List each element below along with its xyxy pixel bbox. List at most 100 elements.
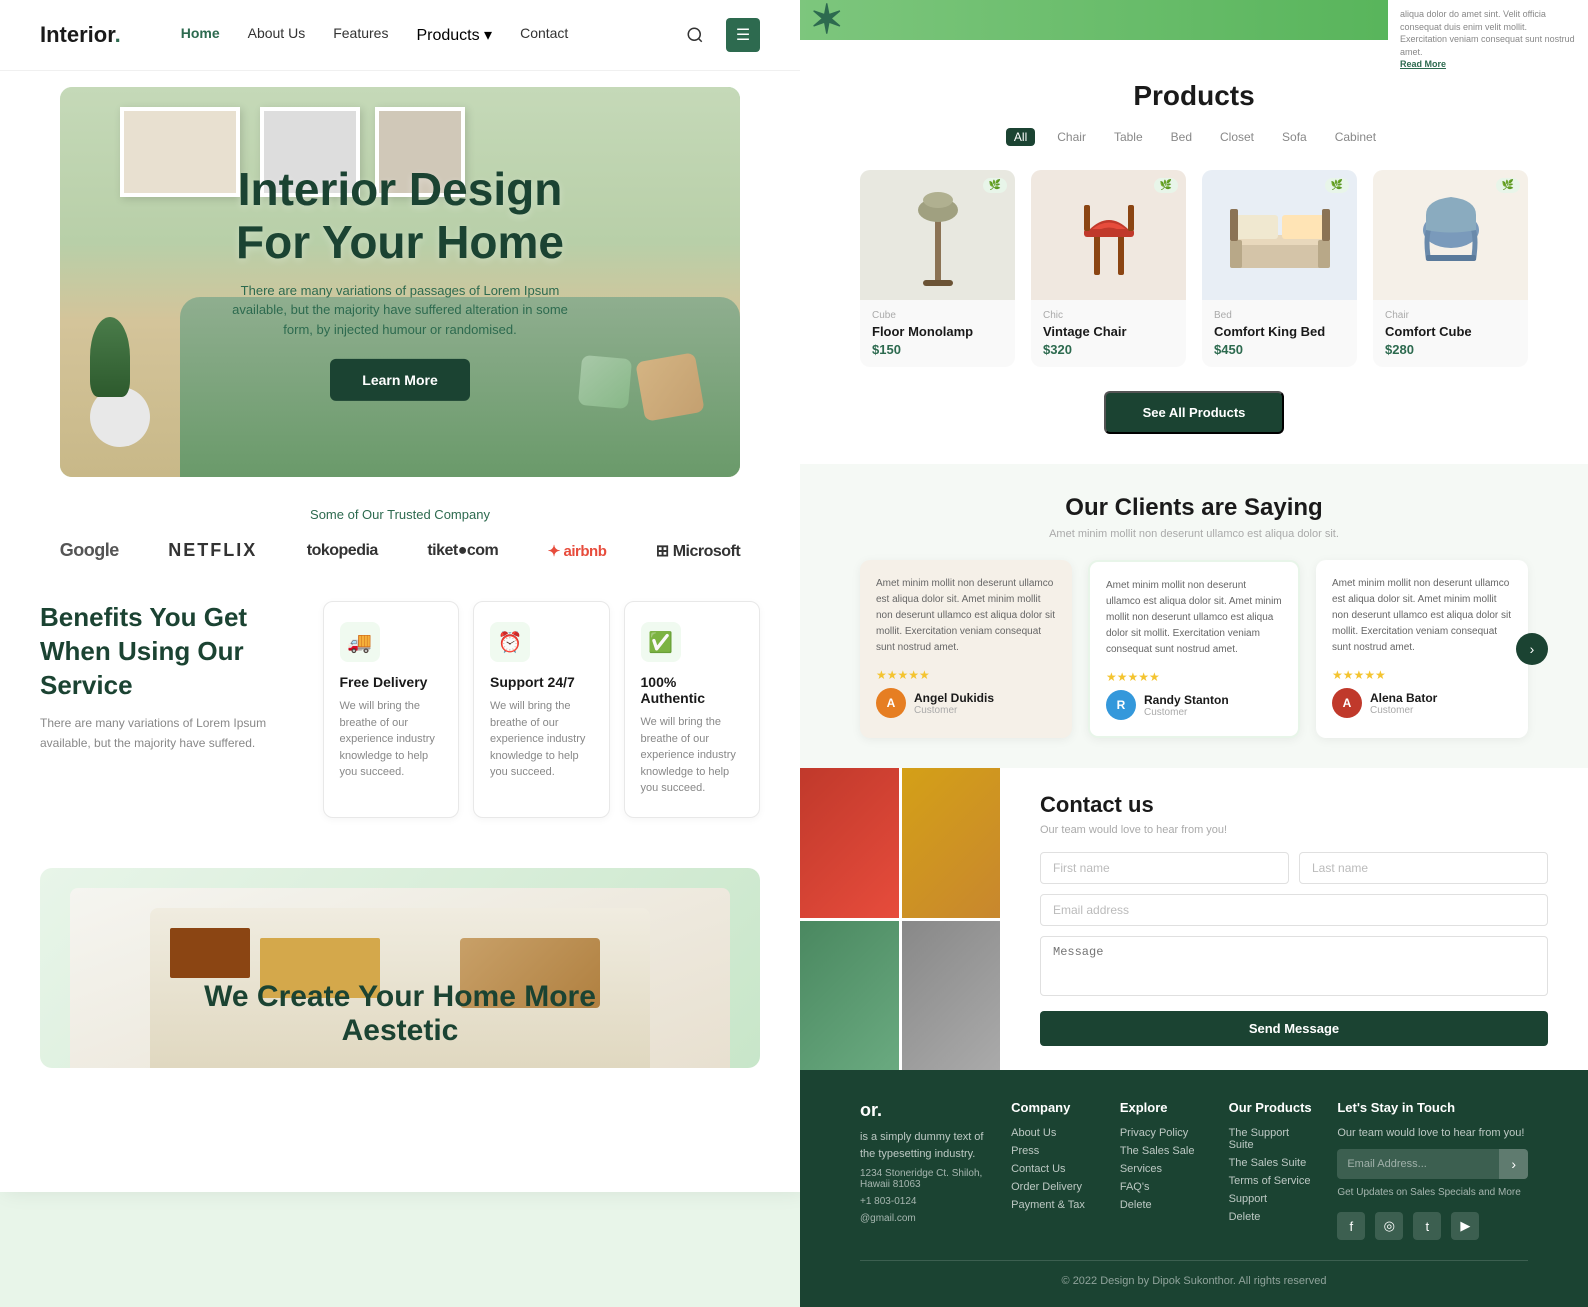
footer-sales-suite-link[interactable]: The Sales Suite	[1229, 1157, 1314, 1169]
footer-support-suite-link[interactable]: The Support Suite	[1229, 1127, 1314, 1151]
footer-sales-link[interactable]: The Sales Sale	[1120, 1145, 1205, 1157]
testimonial-author-1: A Angel Dukidis Customer	[876, 688, 1056, 718]
nav-icons: ☰	[678, 18, 760, 52]
gallery-img-sofa	[800, 768, 899, 918]
product-info-2: Chic Vintage Chair $320	[1031, 300, 1186, 367]
nav-products-dropdown[interactable]: Products ▾	[416, 25, 492, 45]
testimonial-author-3: A Alena Bator Customer	[1332, 688, 1512, 718]
footer-about-link[interactable]: About Us	[1011, 1127, 1096, 1139]
products-title: Products	[860, 80, 1528, 112]
product-card-2[interactable]: 🌿 Chic Vintage Chair	[1031, 170, 1186, 367]
filter-table[interactable]: Table	[1108, 128, 1149, 146]
footer-newsletter-input[interactable]	[1337, 1149, 1499, 1179]
benefits-title: Benefits You Get When Using Our Service	[40, 601, 303, 702]
testimonials-title: Our Clients are Saying	[860, 494, 1528, 522]
product-price-4: $280	[1385, 342, 1516, 357]
filter-bed[interactable]: Bed	[1165, 128, 1198, 146]
footer-brand-desc: is a simply dummy text of the typesettin…	[860, 1129, 987, 1162]
footer-explore-col: Explore Privacy Policy The Sales Sale Se…	[1120, 1100, 1205, 1240]
product-badge-1: 🌿	[983, 178, 1007, 193]
testimonial-next-button[interactable]: ›	[1516, 633, 1548, 665]
product-card-4[interactable]: 🌿 Chair Comfort Cube $280	[1373, 170, 1528, 367]
products-section: Products All Chair Table Bed Closet Sofa…	[800, 40, 1588, 464]
filter-cabinet[interactable]: Cabinet	[1329, 128, 1382, 146]
facebook-icon[interactable]: f	[1337, 1212, 1365, 1240]
instagram-icon[interactable]: ◎	[1375, 1212, 1403, 1240]
search-icon[interactable]	[678, 18, 712, 52]
footer-contact-link[interactable]: Contact Us	[1011, 1163, 1096, 1175]
footer-delete2-link[interactable]: Delete	[1229, 1211, 1314, 1223]
footer-privacy-link[interactable]: Privacy Policy	[1120, 1127, 1205, 1139]
footer-press-link[interactable]: Press	[1011, 1145, 1096, 1157]
hero-cta-button[interactable]: Learn More	[330, 359, 469, 401]
contact-message-input[interactable]	[1040, 936, 1548, 996]
product-category-3: Bed	[1214, 310, 1345, 321]
nav-contact[interactable]: Contact	[520, 25, 568, 45]
author-avatar-1: A	[876, 688, 906, 718]
footer-order-link[interactable]: Order Delivery	[1011, 1181, 1096, 1193]
author-role-1: Customer	[914, 705, 994, 716]
modern-chair-icon	[1411, 185, 1491, 285]
testimonial-card-2: Amet minim mollit non deserunt ullamco e…	[1088, 560, 1300, 738]
product-name-1: Floor Monolamp	[872, 324, 1003, 339]
hero-section: Interior Design For Your Home There are …	[60, 87, 740, 477]
testimonials-section: Our Clients are Saying Amet minim mollit…	[800, 464, 1588, 768]
benefit-authentic-desc: We will bring the breathe of our experie…	[641, 714, 744, 797]
twitter-icon[interactable]: t	[1413, 1212, 1441, 1240]
product-info-4: Chair Comfort Cube $280	[1373, 300, 1528, 367]
footer-company-col: Company About Us Press Contact Us Order …	[1011, 1100, 1096, 1240]
brand-netflix: NETFLIX	[168, 540, 257, 561]
gallery-img-chair	[902, 921, 1001, 1071]
footer-company-title: Company	[1011, 1100, 1096, 1115]
benefit-delivery-desc: We will bring the breathe of our experie…	[340, 698, 443, 781]
read-more-link[interactable]: Read More	[1400, 59, 1446, 69]
trusted-section: Some of Our Trusted Company Google NETFL…	[0, 477, 800, 571]
contact-email-input[interactable]	[1040, 894, 1548, 926]
hero-title: Interior Design For Your Home	[230, 163, 570, 269]
filter-chair[interactable]: Chair	[1051, 128, 1092, 146]
footer-touch-desc: Our team would love to hear from you!	[1337, 1127, 1528, 1139]
brand-airbnb: ✦ airbnb	[548, 542, 607, 560]
youtube-icon[interactable]: ▶	[1451, 1212, 1479, 1240]
benefit-support-desc: We will bring the breathe of our experie…	[490, 698, 593, 781]
brand-google: Google	[60, 540, 119, 561]
benefit-support-title: Support 24/7	[490, 674, 593, 690]
footer-faq-link[interactable]: FAQ's	[1120, 1181, 1205, 1193]
footer-newsletter-submit[interactable]: ›	[1499, 1149, 1528, 1179]
hero-subtitle: There are many variations of passages of…	[230, 281, 570, 340]
footer-payment-link[interactable]: Payment & Tax	[1011, 1199, 1096, 1211]
benefits-section: Benefits You Get When Using Our Service …	[0, 571, 800, 848]
top-strip: ✶ ‹ › aliqua dolor do amet sint. Velit o…	[800, 0, 1588, 40]
gallery-img-lamp	[902, 768, 1001, 918]
author-role-3: Customer	[1370, 705, 1437, 716]
author-role-2: Customer	[1144, 707, 1229, 718]
product-card-3[interactable]: 🌿 Bed Comfort King Bed	[1202, 170, 1357, 367]
filter-sofa[interactable]: Sofa	[1276, 128, 1313, 146]
filter-closet[interactable]: Closet	[1214, 128, 1260, 146]
filter-all[interactable]: All	[1006, 128, 1035, 146]
gallery-grid	[800, 768, 1000, 1070]
contact-last-name-input[interactable]	[1299, 852, 1548, 884]
product-info-3: Bed Comfort King Bed $450	[1202, 300, 1357, 367]
contact-send-button[interactable]: Send Message	[1040, 1011, 1548, 1046]
product-price-2: $320	[1043, 342, 1174, 357]
navbar: Interior. Home About Us Features Product…	[0, 0, 800, 71]
nav-home[interactable]: Home	[181, 25, 220, 45]
nav-features[interactable]: Features	[333, 25, 388, 45]
hamburger-menu-icon[interactable]: ☰	[726, 18, 760, 52]
product-badge-2: 🌿	[1154, 178, 1178, 193]
hero-content: Interior Design For Your Home There are …	[230, 163, 570, 401]
product-badge-3: 🌿	[1325, 178, 1349, 193]
see-all-products-button[interactable]: See All Products	[1104, 391, 1284, 434]
aesthetic-section: We Create Your Home More Aestetic	[0, 848, 800, 1098]
nav-about[interactable]: About Us	[248, 25, 306, 45]
contact-first-name-input[interactable]	[1040, 852, 1289, 884]
footer-brand-name: or.	[860, 1100, 987, 1121]
product-card-1[interactable]: 🌿 Cube Floor Monolamp $150	[860, 170, 1015, 367]
footer-support-link[interactable]: Support	[1229, 1193, 1314, 1205]
floor-lamp-icon	[913, 180, 963, 290]
footer-terms-link[interactable]: Terms of Service	[1229, 1175, 1314, 1187]
footer-services-link[interactable]: Services	[1120, 1163, 1205, 1175]
product-category-1: Cube	[872, 310, 1003, 321]
footer-delete-link[interactable]: Delete	[1120, 1199, 1205, 1211]
